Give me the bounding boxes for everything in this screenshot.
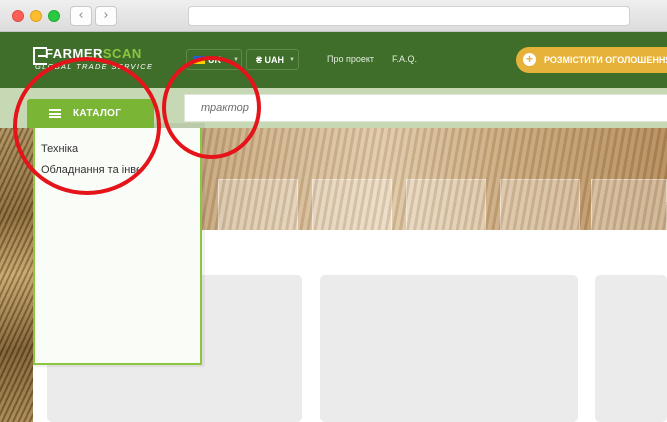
forward-arrow-icon[interactable]: › bbox=[95, 6, 117, 26]
minimize-window-button[interactable] bbox=[30, 10, 42, 22]
currency-select[interactable]: ₴ UAH ▼ bbox=[246, 49, 299, 70]
listing-card[interactable] bbox=[595, 275, 667, 422]
address-bar[interactable] bbox=[188, 6, 630, 26]
hero-tile[interactable] bbox=[406, 179, 486, 230]
hero-tile[interactable] bbox=[312, 179, 392, 230]
nav-about-link[interactable]: Про проект bbox=[327, 54, 374, 64]
highlight-circle-catalog bbox=[13, 57, 161, 195]
post-ad-button[interactable]: + РОЗМІСТИТИ ОГОЛОШЕННЯ bbox=[516, 47, 667, 73]
nav-faq-link[interactable]: F.A.Q. bbox=[392, 54, 417, 64]
currency-value: ₴ UAH bbox=[256, 55, 285, 65]
highlight-circle-search bbox=[162, 56, 261, 159]
back-arrow-icon[interactable]: ‹ bbox=[70, 6, 92, 26]
browser-toolbar: ‹ › bbox=[0, 0, 667, 32]
hero-tile[interactable] bbox=[500, 179, 580, 230]
chevron-down-icon: ▼ bbox=[289, 57, 295, 63]
hero-side-image bbox=[0, 128, 33, 422]
hero-tile[interactable] bbox=[591, 179, 667, 230]
listing-card[interactable] bbox=[320, 275, 578, 422]
close-window-button[interactable] bbox=[12, 10, 24, 22]
maximize-window-button[interactable] bbox=[48, 10, 60, 22]
plus-icon: + bbox=[523, 53, 536, 66]
hero-tile[interactable] bbox=[218, 179, 298, 230]
logo-part-scan: SCAN bbox=[102, 46, 142, 61]
post-ad-label: РОЗМІСТИТИ ОГОЛОШЕННЯ bbox=[544, 55, 667, 65]
